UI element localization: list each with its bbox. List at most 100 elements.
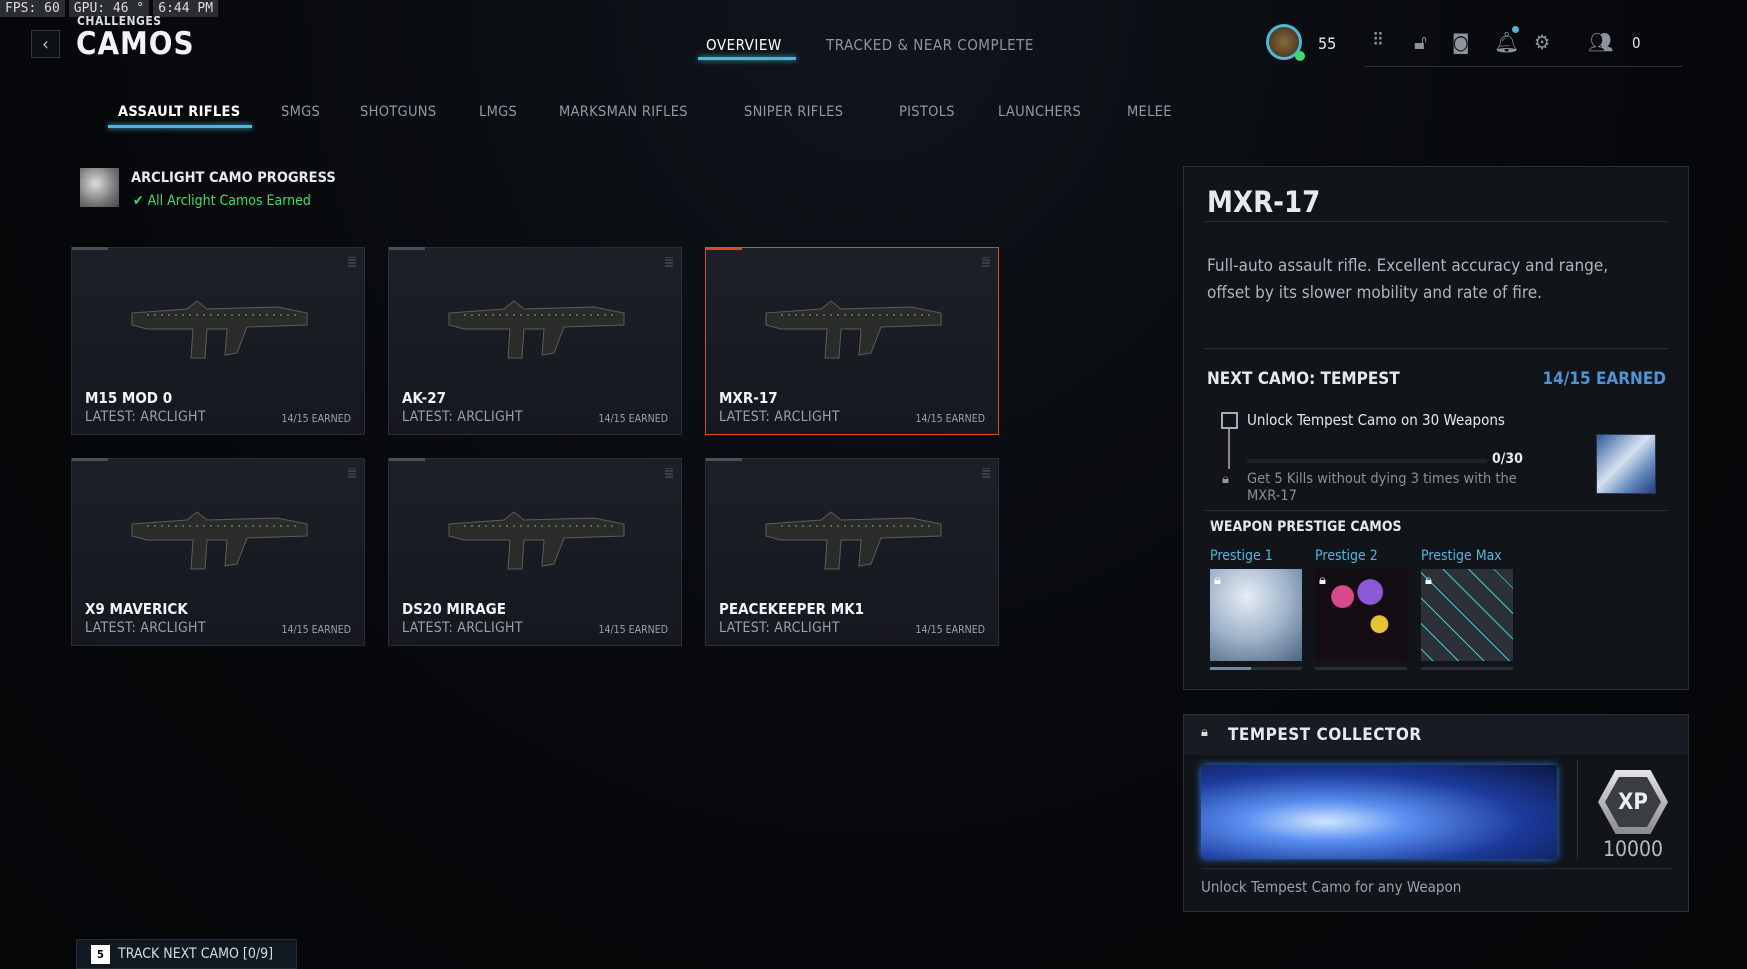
weapon-image	[448, 300, 625, 359]
category-pistols[interactable]: PISTOLS	[899, 104, 955, 120]
arclight-status-text: All Arclight Camos Earned	[147, 193, 311, 209]
weapon-image	[131, 300, 308, 359]
weapon-latest-camo: LATEST: ARCLIGHT	[402, 409, 523, 425]
divider	[1201, 868, 1671, 869]
prestige-2-label: Prestige 2	[1315, 548, 1378, 564]
grid-icon	[348, 257, 356, 267]
prestige-1-progress	[1210, 667, 1302, 670]
collector-description: Unlock Tempest Camo for any Weapon	[1201, 878, 1462, 896]
xp-reward: 10000	[1602, 837, 1664, 861]
grid-icon	[982, 257, 990, 267]
lock-icon: 🔒︎	[1201, 725, 1208, 740]
challenge-progress: 0/30	[1492, 451, 1523, 467]
check-icon: ✔	[133, 193, 144, 209]
challenge-text: Unlock Tempest Camo on 30 Weapons	[1247, 411, 1505, 429]
category-shotguns[interactable]: SHOTGUNS	[360, 104, 436, 120]
challenge-progress-bar	[1247, 459, 1487, 463]
tempest-camo-thumbnail[interactable]	[1596, 434, 1656, 494]
weapon-name: X9 MAVERICK	[85, 600, 188, 618]
prestige-max-progress	[1421, 667, 1513, 670]
divider	[1364, 66, 1558, 67]
prestige-max-camo[interactable]: 🔒︎	[1421, 569, 1513, 661]
challenge-checkbox[interactable]	[1221, 412, 1238, 429]
weapon-card[interactable]: AK-27 LATEST: ARCLIGHT 14/15 EARNED	[388, 247, 682, 435]
weapon-latest-camo: LATEST: ARCLIGHT	[402, 620, 523, 636]
category-lmgs[interactable]: LMGS	[479, 104, 517, 120]
track-next-camo-button[interactable]: 5 TRACK NEXT CAMO [0/9]	[76, 939, 297, 969]
weapon-latest-camo: LATEST: ARCLIGHT	[85, 620, 206, 636]
divider	[1558, 66, 1682, 67]
weapon-earned-count: 14/15 EARNED	[281, 624, 351, 636]
card-accent	[706, 458, 742, 461]
weapon-image	[765, 300, 942, 359]
clock: 6:44 PM	[153, 0, 219, 17]
weapon-earned-count: 14/15 EARNED	[915, 624, 985, 636]
weapon-title: MXR-17	[1207, 185, 1321, 219]
weapon-image	[448, 511, 625, 570]
notifications-bell-icon[interactable]: 🔔︎	[1494, 30, 1519, 54]
notification-dot	[1512, 26, 1519, 33]
weapon-image	[765, 511, 942, 570]
arclight-status: ✔ All Arclight Camos Earned	[133, 193, 311, 209]
card-accent	[389, 458, 425, 461]
category-marksman-rifles[interactable]: MARKSMAN RIFLES	[559, 104, 688, 120]
camo-earned-count: 14/15 EARNED	[1542, 369, 1667, 389]
lock-icon: 🔒︎	[1319, 573, 1326, 588]
tab-tracked[interactable]: TRACKED & NEAR COMPLETE	[826, 36, 1034, 54]
grid-icon	[665, 257, 673, 267]
weapon-latest-camo: LATEST: ARCLIGHT	[719, 409, 840, 425]
weapon-card[interactable]: M15 MOD 0 LATEST: ARCLIGHT 14/15 EARNED	[71, 247, 365, 435]
lock-icon: 🔒︎	[1425, 573, 1432, 588]
card-accent	[72, 247, 108, 250]
page-title: CAMOS	[76, 26, 195, 62]
card-accent	[706, 247, 742, 250]
weapon-detail-panel: MXR-17 Full-auto assault rifle. Excellen…	[1183, 166, 1689, 690]
online-status-icon	[1295, 51, 1305, 61]
xp-label: XP	[1605, 777, 1661, 827]
tempest-collector-panel: 🔒︎ TEMPEST COLLECTOR XP 10000 Unlock Tem…	[1183, 714, 1689, 912]
friends-count: 0	[1632, 34, 1641, 52]
connector-line	[1228, 429, 1230, 469]
category-launchers[interactable]: LAUNCHERS	[998, 104, 1081, 120]
lock-icon: 🔒︎	[1222, 472, 1229, 487]
weapon-card[interactable]: PEACEKEEPER MK1 LATEST: ARCLIGHT 14/15 E…	[705, 458, 999, 646]
headset-icon[interactable]: ◙	[1452, 30, 1469, 54]
prestige-section-title: WEAPON PRESTIGE CAMOS	[1210, 519, 1402, 535]
settings-gear-icon[interactable]: ⚙	[1534, 30, 1550, 54]
player-level: 55	[1318, 34, 1337, 53]
category-melee[interactable]: MELEE	[1127, 104, 1172, 120]
prestige-1-label: Prestige 1	[1210, 548, 1273, 564]
weapon-name: MXR-17	[719, 389, 778, 407]
weapon-earned-count: 14/15 EARNED	[281, 413, 351, 425]
tab-underline	[698, 57, 796, 60]
track-label: TRACK NEXT CAMO [0/9]	[118, 946, 274, 962]
weapon-card[interactable]: MXR-17 LATEST: ARCLIGHT 14/15 EARNED	[705, 247, 999, 435]
tab-overview[interactable]: OVERVIEW	[706, 36, 782, 54]
calling-card-banner[interactable]	[1201, 765, 1557, 859]
weapon-earned-count: 14/15 EARNED	[598, 413, 668, 425]
apps-grid-icon[interactable]: ⠿	[1372, 30, 1384, 51]
unlock-icon[interactable]: 🔓︎	[1414, 30, 1427, 54]
weapon-latest-camo: LATEST: ARCLIGHT	[85, 409, 206, 425]
weapon-name: PEACEKEEPER MK1	[719, 600, 865, 618]
friends-icon[interactable]: 👥︎	[1588, 30, 1613, 54]
weapon-earned-count: 14/15 EARNED	[915, 413, 985, 425]
weapon-card[interactable]: X9 MAVERICK LATEST: ARCLIGHT 14/15 EARNE…	[71, 458, 365, 646]
prestige-2-camo[interactable]: 🔒︎	[1315, 569, 1407, 661]
category-assault-rifles[interactable]: ASSAULT RIFLES	[118, 104, 240, 120]
chevron-left-icon: ‹	[42, 33, 49, 55]
keybind-badge: 5	[91, 944, 110, 964]
category-smgs[interactable]: SMGS	[281, 104, 320, 120]
divider	[1204, 510, 1668, 511]
weapon-card[interactable]: DS20 MIRAGE LATEST: ARCLIGHT 14/15 EARNE…	[388, 458, 682, 646]
prestige-1-camo[interactable]: 🔒︎	[1210, 569, 1302, 661]
prestige-max-label: Prestige Max	[1421, 548, 1502, 564]
category-sniper-rifles[interactable]: SNIPER RIFLES	[744, 104, 843, 120]
back-button[interactable]: ‹	[31, 30, 60, 58]
category-underline	[108, 125, 252, 128]
collector-title: TEMPEST COLLECTOR	[1228, 725, 1422, 745]
weapon-earned-count: 14/15 EARNED	[598, 624, 668, 636]
grid-icon	[665, 468, 673, 478]
arclight-camo-icon	[80, 168, 119, 207]
weapon-image	[131, 511, 308, 570]
